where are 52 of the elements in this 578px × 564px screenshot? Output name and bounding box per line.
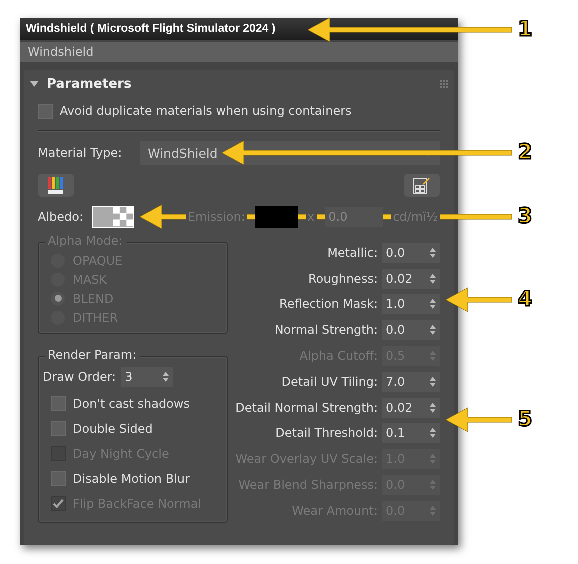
name-field[interactable]: Windshield [20, 42, 458, 62]
parameter-label: Roughness: [308, 272, 378, 286]
number-spinner[interactable]: 0.0 [382, 242, 440, 263]
number-spinner[interactable]: 1.0 [382, 294, 440, 314]
spinner-arrows-icon[interactable] [430, 428, 436, 438]
callout-arrow [446, 408, 512, 432]
checkbox[interactable] [51, 471, 66, 486]
spinner-arrows-icon[interactable] [430, 325, 436, 336]
number-spinner[interactable]: 0.1 [382, 423, 440, 444]
checkbox-label: Don't cast shadows [73, 396, 190, 410]
checkbox-label: Avoid duplicate materials when using containers [60, 104, 352, 118]
number-spinner[interactable]: 7.0 [382, 372, 440, 392]
rollout-title[interactable]: Parameters [47, 76, 132, 92]
spinner-arrows-icon[interactable] [430, 248, 436, 258]
spinner-arrows-icon[interactable] [163, 372, 170, 382]
material-type-label: Material Type: [38, 146, 124, 160]
grid-pencil-icon[interactable] [413, 176, 431, 194]
parameter-label: Metallic: [328, 246, 378, 260]
emission-swatch[interactable] [255, 206, 298, 228]
spinner-arrows-icon[interactable] [430, 299, 436, 310]
checkbox[interactable] [51, 396, 66, 411]
grip-icon[interactable] [440, 80, 448, 88]
color-bars-icon[interactable] [48, 176, 64, 194]
color-bars-button[interactable] [38, 174, 74, 197]
number-spinner[interactable]: 3 [121, 367, 174, 387]
checkbox-label: Double Sided [73, 422, 153, 436]
collapse-triangle-icon[interactable] [30, 80, 39, 88]
number-spinner[interactable]: 0.0 [382, 320, 440, 340]
callout-number: 3 [518, 206, 533, 227]
checkbox-label: Disable Motion Blur [73, 472, 190, 486]
spinner-arrows-icon[interactable] [430, 402, 436, 413]
callout-number: 4 [518, 289, 533, 310]
callout-arrow [446, 288, 512, 312]
callout-number: 2 [518, 142, 533, 163]
albedo-swatch[interactable] [92, 206, 134, 228]
parameter-label: Detail UV Tiling: [282, 374, 378, 389]
callout-number: 5 [518, 409, 533, 430]
draw-order-label: Draw Order: [43, 370, 116, 384]
albedo-label: Albedo: [38, 210, 84, 224]
parameter-label: Detail Normal Strength: [236, 400, 378, 415]
edit-grid-button[interactable] [404, 174, 440, 197]
checkbox[interactable] [38, 104, 53, 118]
number-spinner[interactable]: 0.02 [382, 398, 440, 418]
number-spinner[interactable]: 0.02 [382, 268, 440, 289]
parameter-label: Detail Threshold: [276, 426, 378, 440]
parameter-label: Reflection Mask: [280, 297, 378, 312]
spinner-arrows-icon[interactable] [430, 274, 436, 284]
checkbox[interactable] [51, 421, 66, 436]
group-title: Render Param: [45, 348, 140, 362]
spinner-arrows-icon[interactable] [430, 376, 436, 387]
parameter-label: Normal Strength: [274, 323, 378, 338]
callout-number: 1 [518, 19, 533, 40]
